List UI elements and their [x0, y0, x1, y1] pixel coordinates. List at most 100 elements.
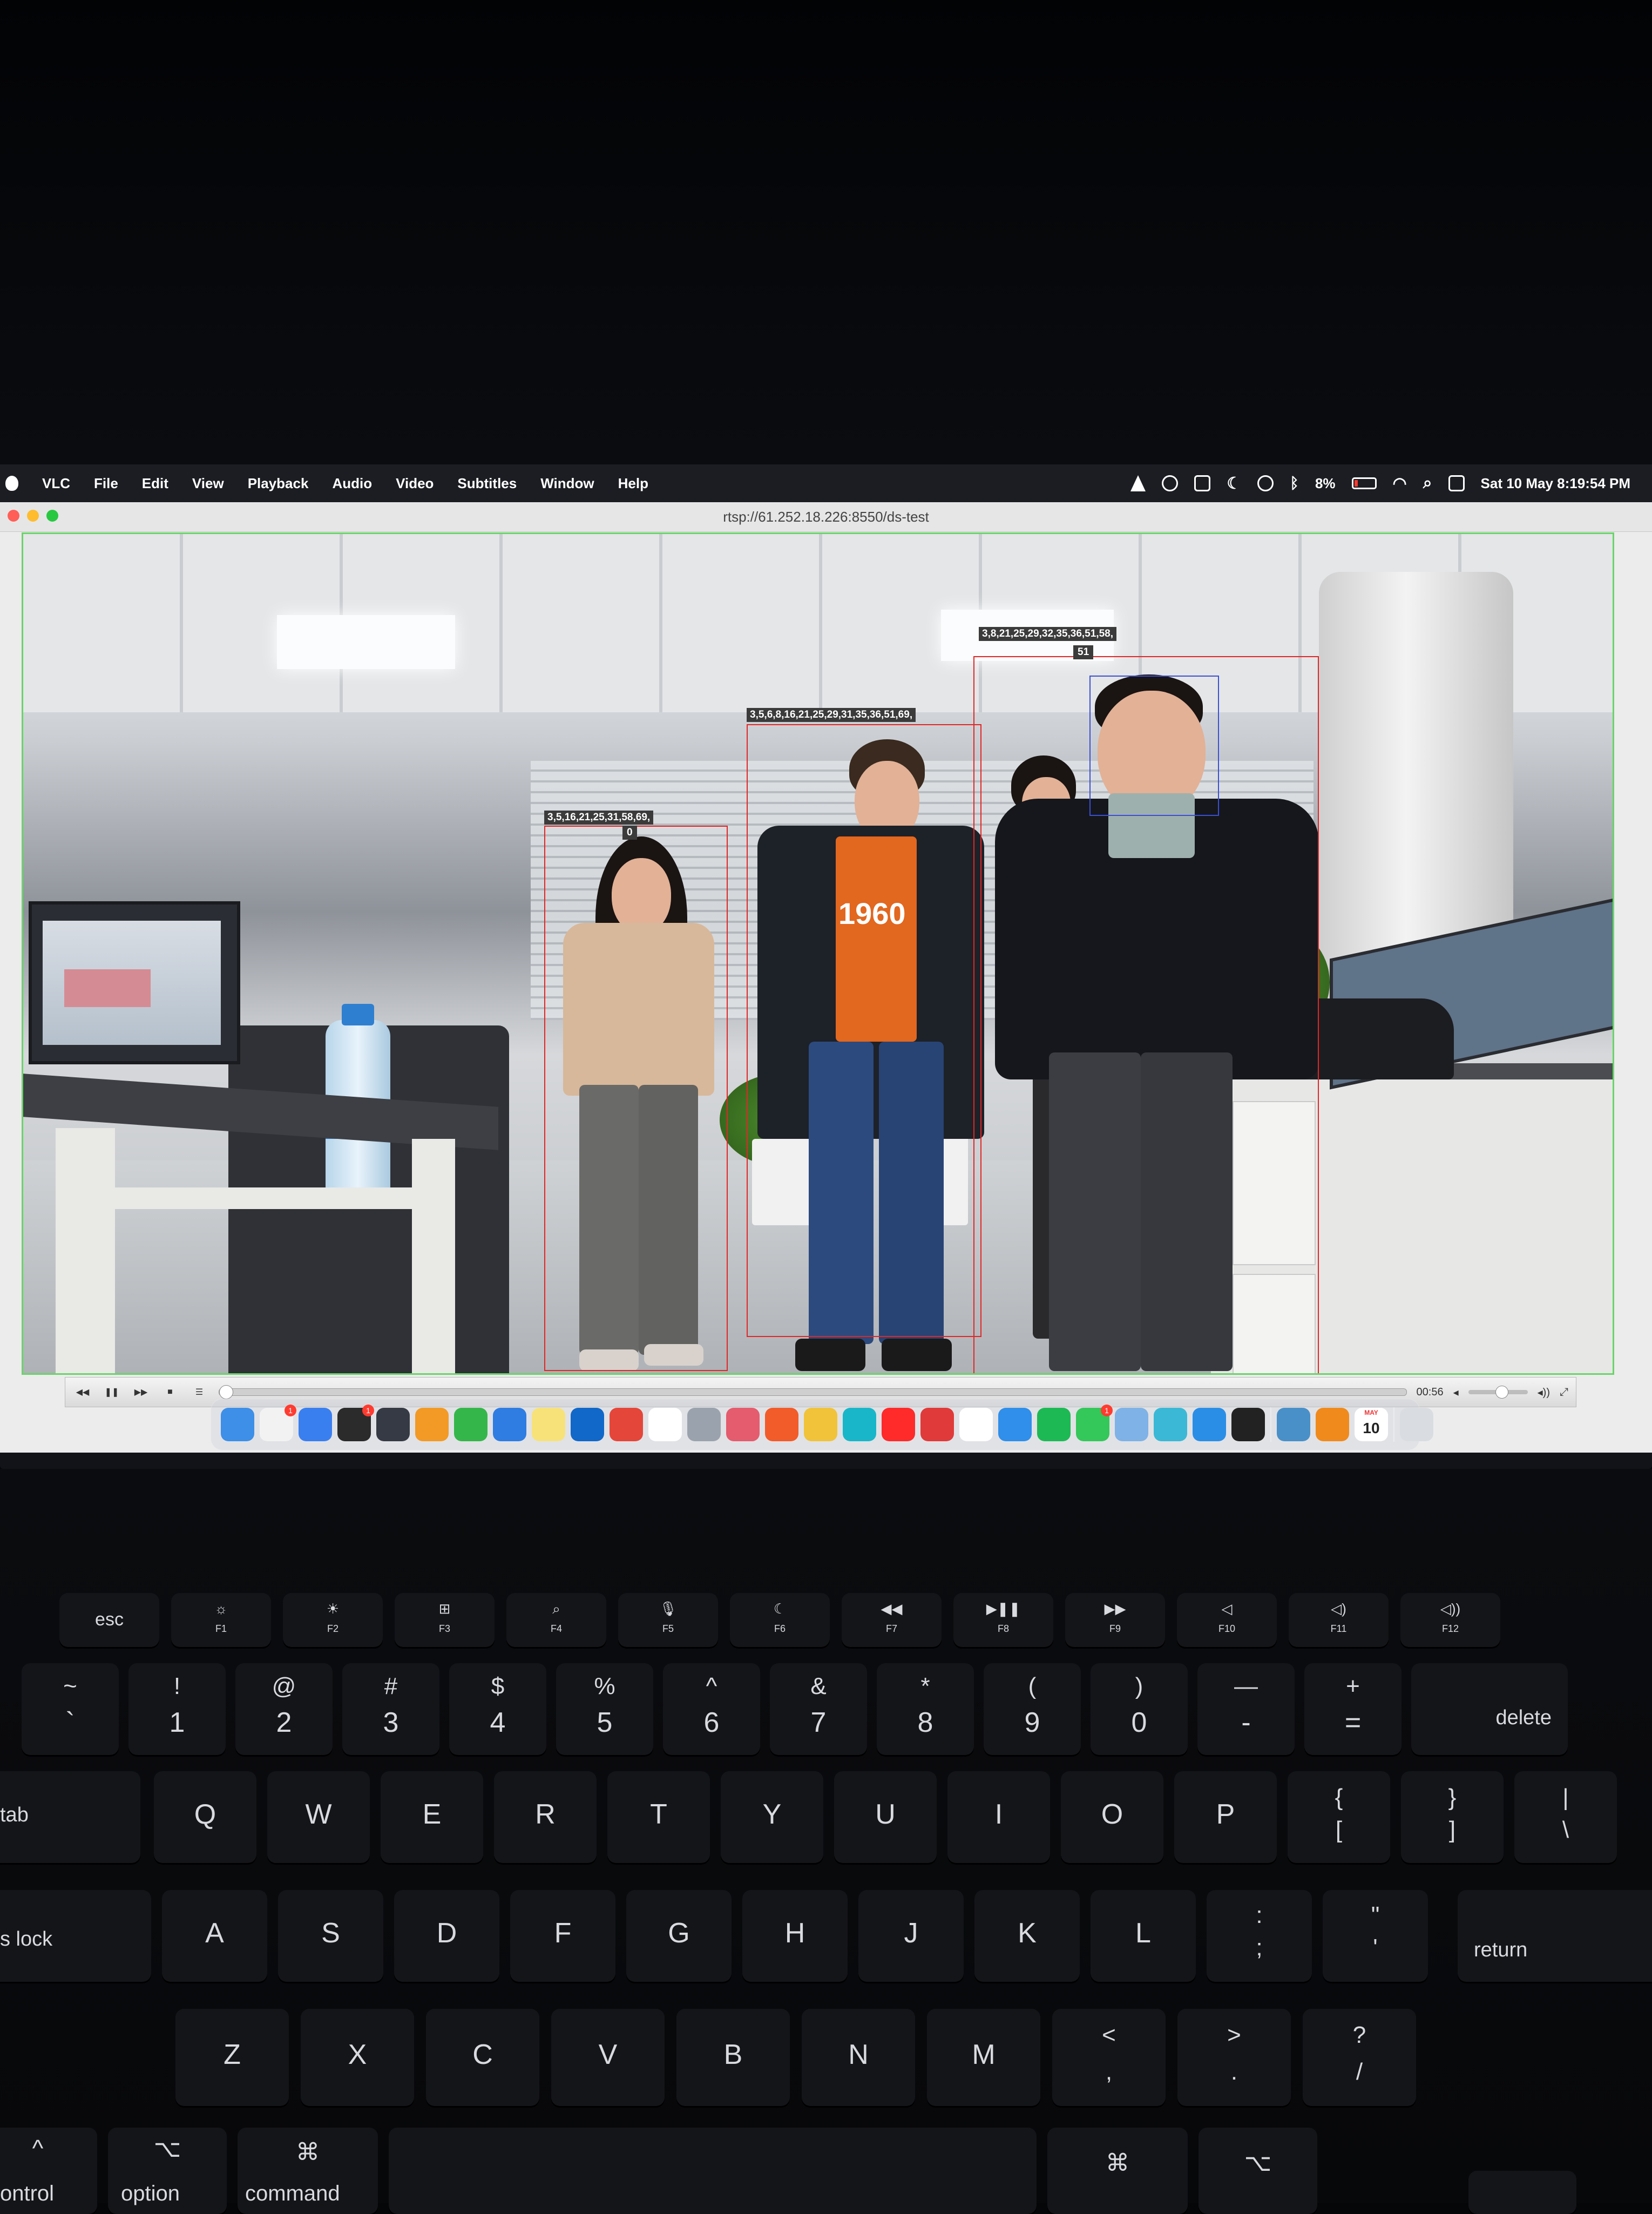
key-y[interactable]: Y	[721, 1771, 823, 1863]
key-punct-bottom-0[interactable]: <,	[1052, 2009, 1166, 2106]
seek-bar[interactable]	[219, 1385, 1407, 1399]
dock-davinci-resolve-icon[interactable]	[376, 1408, 410, 1441]
window-titlebar[interactable]: rtsp://61.252.18.226:8550/ds-test	[0, 502, 1652, 532]
key-o[interactable]: O	[1061, 1771, 1163, 1863]
key-w[interactable]: W	[267, 1771, 370, 1863]
key-punct-bottom-2[interactable]: ? /	[1303, 2009, 1416, 2106]
dock-canva-icon[interactable]	[843, 1408, 876, 1441]
dock-chatgpt-desktop-icon[interactable]: 1	[337, 1405, 374, 1441]
app-menu-vlc[interactable]: VLC	[42, 475, 70, 492]
key-f3[interactable]: ⊞ F3	[395, 1593, 495, 1647]
key-a[interactable]: A	[162, 1890, 267, 1982]
menu-video[interactable]: Video	[396, 475, 434, 492]
dock-calendar-icon[interactable]: MAY 10	[1355, 1408, 1388, 1441]
key-n[interactable]: N	[802, 2009, 915, 2106]
key-f1[interactable]: ☼ F1	[171, 1593, 271, 1647]
key-number-12[interactable]: + =	[1304, 1663, 1402, 1755]
key-number-7[interactable]: & 7	[770, 1663, 867, 1755]
key-l[interactable]: L	[1091, 1890, 1196, 1982]
menu-window[interactable]: Window	[540, 475, 594, 492]
key-number-4[interactable]: $4	[449, 1663, 546, 1755]
pause-button[interactable]: ❚❚	[102, 1384, 121, 1400]
menu-audio[interactable]: Audio	[332, 475, 372, 492]
key-q[interactable]: Q	[154, 1771, 256, 1863]
key-number-3[interactable]: #3	[342, 1663, 439, 1755]
key-bracket-0[interactable]: {[	[1288, 1771, 1390, 1863]
video-frame[interactable]: 1960 3,5,16,21,25,31,58,69, 0 3,5,6,8,16…	[22, 532, 1614, 1375]
messages-icon[interactable]	[1194, 475, 1211, 491]
search-icon[interactable]: ⌕	[1423, 474, 1432, 492]
key-space[interactable]	[389, 2128, 1037, 2214]
dock-todoist-icon[interactable]	[610, 1408, 643, 1441]
dock-whatsapp-icon[interactable]: 1	[1076, 1405, 1113, 1441]
key-esc[interactable]: esc	[59, 1593, 159, 1647]
battery-icon[interactable]	[1351, 477, 1377, 489]
key-tab[interactable]: tab	[0, 1771, 140, 1863]
menu-playback[interactable]: Playback	[248, 475, 309, 492]
key-f5[interactable]: 🎙 F5	[618, 1593, 718, 1647]
key-i[interactable]: I	[947, 1771, 1050, 1863]
dock-outlook-icon[interactable]	[571, 1408, 604, 1441]
close-button[interactable]	[8, 510, 19, 522]
dock-trash-icon[interactable]	[1400, 1408, 1433, 1441]
dock-openai-icon[interactable]	[648, 1408, 682, 1441]
key-number-9[interactable]: (9	[984, 1663, 1081, 1755]
key-number-8[interactable]: * 8	[877, 1663, 974, 1755]
vlc-cone-icon[interactable]	[1130, 475, 1146, 491]
key-bracket-2[interactable]: | \	[1514, 1771, 1617, 1863]
dock-arc-icon[interactable]	[1154, 1408, 1187, 1441]
dock-quicktime-icon[interactable]	[1277, 1408, 1310, 1441]
dock-screenshot-icon[interactable]	[687, 1408, 721, 1441]
menu-help[interactable]: Help	[618, 475, 648, 492]
dock-reminders-icon[interactable]: 1	[260, 1405, 296, 1441]
key-g[interactable]: G	[626, 1890, 732, 1982]
key-arrow-up[interactable]	[1468, 2171, 1576, 2214]
zoom-button[interactable]	[46, 510, 58, 522]
dock-davinci-icon[interactable]	[920, 1408, 954, 1441]
dock-chrome-icon[interactable]	[804, 1408, 837, 1441]
seek-knob[interactable]	[219, 1385, 233, 1399]
playlist-button[interactable]: ☰	[189, 1384, 209, 1400]
apple-icon[interactable]	[5, 476, 18, 491]
volume-slider[interactable]	[1468, 1386, 1528, 1399]
key-number-6[interactable]: ^ 6	[663, 1663, 760, 1755]
dock-safari-icon[interactable]	[998, 1408, 1032, 1441]
wifi-icon[interactable]: ◠	[1393, 474, 1407, 493]
key-return[interactable]: return	[1458, 1890, 1652, 1982]
key-option[interactable]: ⌥ option	[108, 2128, 227, 2214]
dock-finder-icon[interactable]	[221, 1408, 254, 1441]
dock-notes-icon[interactable]	[532, 1408, 565, 1441]
chatgpt-icon[interactable]	[1162, 475, 1179, 491]
dock-numbers-icon[interactable]	[454, 1408, 488, 1441]
key-number-11[interactable]: — -	[1197, 1663, 1295, 1755]
dock-youtube-icon[interactable]	[882, 1408, 915, 1441]
key-option-right[interactable]: ⌥	[1199, 2128, 1317, 2214]
key-p[interactable]: P	[1174, 1771, 1277, 1863]
dock-brave-icon[interactable]	[765, 1408, 798, 1441]
key-m[interactable]: M	[927, 2009, 1040, 2106]
menu-edit[interactable]: Edit	[142, 475, 168, 492]
key-k[interactable]: K	[974, 1890, 1080, 1982]
key-t[interactable]: T	[607, 1771, 710, 1863]
key-h[interactable]: H	[742, 1890, 848, 1982]
key-f12[interactable]: ◁)) F12	[1400, 1593, 1500, 1647]
key-f10[interactable]: ◁ F10	[1177, 1593, 1277, 1647]
key-number-0[interactable]: ~ `	[22, 1663, 119, 1755]
dock-vlc-icon[interactable]	[1316, 1408, 1349, 1441]
dock-notion-icon[interactable]	[959, 1408, 993, 1441]
key-d[interactable]: D	[394, 1890, 499, 1982]
minimize-button[interactable]	[27, 510, 39, 522]
key-j[interactable]: J	[858, 1890, 964, 1982]
key-e[interactable]: E	[381, 1771, 483, 1863]
dock-terminal-icon[interactable]	[1231, 1408, 1265, 1441]
speaker-icon[interactable]: ◂	[1453, 1386, 1459, 1399]
stop-button[interactable]: ■	[160, 1384, 180, 1400]
dock-keynote-icon[interactable]	[493, 1408, 526, 1441]
speaker-loud-icon[interactable]: ◂))	[1538, 1386, 1550, 1399]
dock-vscode-icon[interactable]	[1193, 1408, 1226, 1441]
record-icon[interactable]	[1257, 475, 1274, 491]
key-u[interactable]: U	[834, 1771, 937, 1863]
dock-mail-icon[interactable]	[299, 1408, 332, 1441]
key-r[interactable]: R	[494, 1771, 597, 1863]
key-command[interactable]: ⌘ command	[238, 2128, 378, 2214]
